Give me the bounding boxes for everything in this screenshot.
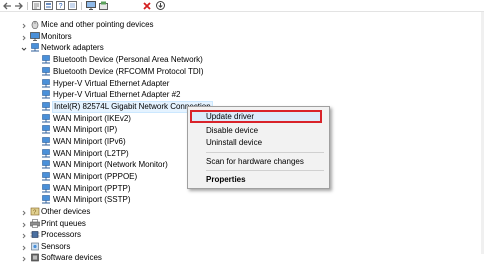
tree-row-bluetooth-pan[interactable]: Bluetooth Device (Personal Area Network): [0, 54, 203, 66]
tree-row-label: Network adapters: [41, 43, 104, 52]
tree-row-label: WAN Miniport (IKEv2): [53, 114, 131, 123]
network-adapter-icon: [41, 195, 51, 204]
menu-item-label: Properties: [206, 175, 246, 184]
menu-item-label: Update driver: [206, 112, 255, 121]
update-driver-icon[interactable]: [98, 0, 108, 11]
tree-row-network-adapters[interactable]: Network adapters: [0, 42, 120, 54]
menu-item-label: Scan for hardware changes: [206, 157, 304, 166]
menu-item-properties[interactable]: Properties: [188, 173, 329, 187]
tree-row-other-devices[interactable]: ? Other devices: [0, 206, 120, 218]
menu-item-scan-hardware[interactable]: Scan for hardware changes: [188, 155, 329, 169]
tree-row-label: WAN Miniport (L2TP): [53, 149, 129, 158]
mouse-icon: [30, 20, 40, 30]
forward-arrow-icon[interactable]: [13, 0, 23, 11]
monitor-icon: [30, 32, 40, 41]
chevron-right-icon[interactable]: [21, 209, 27, 216]
network-adapter-icon: [41, 137, 51, 146]
toolbar: ?: [0, 0, 484, 12]
tree-row-wan-netmon[interactable]: WAN Miniport (Network Monitor): [0, 159, 168, 171]
network-adapter-icon: [41, 184, 51, 193]
chevron-right-icon[interactable]: [21, 244, 27, 251]
tree-row-label: Mice and other pointing devices: [41, 20, 154, 29]
tree-row-wan-ipv6[interactable]: WAN Miniport (IPv6): [0, 136, 140, 148]
menu-separator: [206, 152, 324, 153]
help-icon[interactable]: ?: [55, 0, 65, 11]
network-adapter-icon: [41, 149, 51, 158]
device-list-icon[interactable]: [43, 0, 53, 11]
scan-download-icon[interactable]: [155, 0, 165, 11]
properties-icon[interactable]: [31, 0, 41, 11]
menu-item-update-driver[interactable]: Update driver: [188, 110, 329, 124]
tree-row-label: WAN Miniport (Network Monitor): [53, 160, 168, 169]
menu-item-label: Uninstall device: [206, 138, 263, 147]
processor-icon: [30, 230, 40, 239]
chevron-right-icon[interactable]: [21, 34, 27, 41]
chevron-right-icon[interactable]: [21, 221, 27, 228]
tree-row-label: Bluetooth Device (RFCOMM Protocol TDI): [53, 67, 204, 76]
network-adapter-icon: [41, 102, 51, 111]
network-adapter-icon: [41, 125, 51, 134]
tree-row-wan-pppoe[interactable]: WAN Miniport (PPPOE): [0, 171, 140, 183]
printer-icon: [30, 219, 40, 228]
tree-row-label: Software devices: [41, 253, 102, 262]
sensor-icon: [30, 242, 40, 251]
chevron-right-icon[interactable]: [21, 255, 27, 262]
tree-row-label: Monitors: [41, 32, 72, 41]
network-adapter-icon: [41, 90, 51, 99]
tree-row-hyperv-2[interactable]: Hyper-V Virtual Ethernet Adapter #2: [0, 89, 200, 101]
svg-text:?: ?: [58, 3, 62, 10]
tree-row-label: WAN Miniport (IP): [53, 125, 118, 134]
tree-row-label: Sensors: [41, 242, 71, 251]
network-adapter-icon: [41, 67, 51, 76]
menu-separator: [206, 170, 324, 171]
tree-row-label: WAN Miniport (PPTP): [53, 184, 131, 193]
tree-row-wan-ip[interactable]: WAN Miniport (IP): [0, 124, 140, 136]
chevron-right-icon[interactable]: [21, 22, 27, 29]
tree-row-label: Processors: [41, 230, 82, 239]
software-device-icon: [30, 253, 40, 262]
monitor-icon[interactable]: [85, 0, 96, 11]
view-icon[interactable]: [67, 0, 77, 11]
tree-row-label: WAN Miniport (SSTP): [53, 195, 131, 204]
context-menu: Update driver Disable device Uninstall d…: [187, 106, 330, 189]
tree-row-label: Bluetooth Device (Personal Area Network): [53, 55, 203, 64]
network-adapter-icon: [41, 114, 51, 123]
tree-row-label: Hyper-V Virtual Ethernet Adapter #2: [53, 90, 181, 99]
toolbar-separator: [81, 2, 82, 10]
tree-row-label: WAN Miniport (PPPOE): [53, 172, 138, 181]
tree-row-mice[interactable]: Mice and other pointing devices: [0, 19, 170, 31]
uninstall-x-icon[interactable]: [142, 0, 152, 11]
menu-item-uninstall-device[interactable]: Uninstall device: [188, 136, 329, 150]
network-adapter-icon: [41, 55, 51, 64]
tree-row-wan-sstp[interactable]: WAN Miniport (SSTP): [0, 194, 140, 206]
network-adapter-icon: [30, 43, 40, 52]
tree-row-label: WAN Miniport (IPv6): [53, 137, 126, 146]
tree-row-label: Other devices: [41, 207, 91, 216]
chevron-right-icon[interactable]: [21, 232, 27, 239]
tree-row-intel-gigabit[interactable]: Intel(R) 82574L Gigabit Network Connecti…: [0, 101, 213, 113]
tree-row-bluetooth-rfcomm[interactable]: Bluetooth Device (RFCOMM Protocol TDI): [0, 66, 204, 78]
network-adapter-icon: [41, 160, 51, 169]
network-adapter-icon: [41, 79, 51, 88]
tree-row-processors[interactable]: Processors: [0, 229, 120, 241]
other-devices-icon: ?: [30, 207, 40, 216]
toolbar-separator: [27, 2, 28, 10]
network-adapter-icon: [41, 172, 51, 181]
tree-row-label: Print queues: [41, 219, 86, 228]
back-arrow-icon[interactable]: [2, 0, 12, 11]
tree-row-label: Hyper-V Virtual Ethernet Adapter: [53, 79, 170, 88]
chevron-down-icon[interactable]: [21, 45, 27, 51]
menu-item-label: Disable device: [206, 126, 259, 135]
